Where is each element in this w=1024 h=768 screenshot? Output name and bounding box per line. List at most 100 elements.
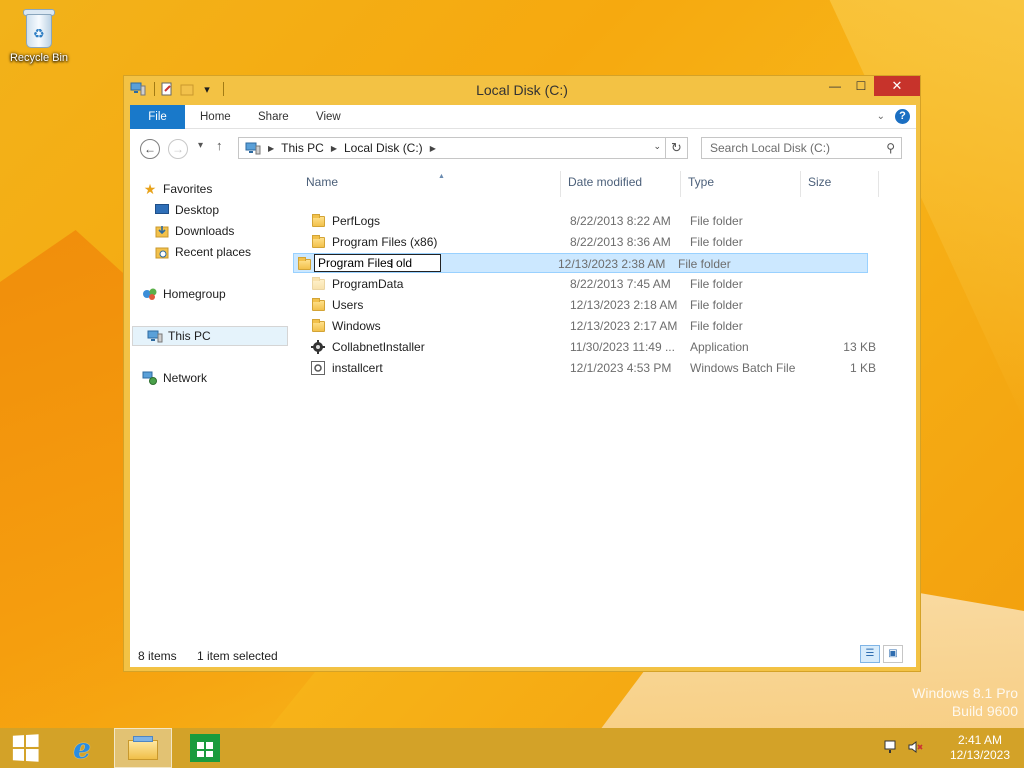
nav-label: Homegroup xyxy=(163,287,226,301)
folder-icon xyxy=(310,318,326,334)
nav-item-network[interactable]: Network xyxy=(142,368,298,388)
folder-icon xyxy=(310,297,326,313)
tab-share[interactable]: Share xyxy=(250,105,297,129)
file-row[interactable]: CollabnetInstaller 11/30/2023 11:49 ... … xyxy=(306,337,880,357)
star-icon: ★ xyxy=(143,181,157,197)
text-cursor-icon: I xyxy=(390,256,394,271)
internet-explorer-button[interactable]: e xyxy=(60,728,104,768)
recent-places-icon xyxy=(154,244,170,260)
folder-icon xyxy=(296,256,312,272)
nav-item-downloads[interactable]: Downloads xyxy=(154,221,310,241)
explorer-content: ← → ▾ ↑ ▶ This PC ▶ Local Disk (C:) ▶ ⌄ … xyxy=(130,129,916,667)
forward-button[interactable]: → xyxy=(168,139,188,159)
windows-logo-icon xyxy=(12,734,39,762)
file-row[interactable]: Users 12/13/2023 2:18 AM File folder xyxy=(306,295,880,315)
clock-time: 2:41 AM xyxy=(957,733,1002,747)
file-explorer-icon xyxy=(128,736,158,760)
recent-locations-icon[interactable]: ▾ xyxy=(198,140,203,151)
column-header-date-modified[interactable]: Date modified xyxy=(568,175,642,195)
back-button[interactable]: ← xyxy=(140,139,160,159)
column-divider[interactable] xyxy=(878,171,879,197)
details-view-button[interactable]: ☰ xyxy=(860,645,880,663)
help-icon[interactable]: ? xyxy=(895,109,910,124)
file-type: File folder xyxy=(678,257,731,271)
minimize-button[interactable]: — xyxy=(822,76,848,96)
breadcrumb-arrow-icon[interactable]: ▶ xyxy=(427,144,439,153)
recycle-bin-icon: ♻ xyxy=(23,6,55,48)
this-pc-icon xyxy=(245,142,261,155)
column-header-size[interactable]: Size xyxy=(808,175,831,195)
desktop-icon-recycle-bin[interactable]: ♻ Recycle Bin xyxy=(6,6,72,64)
breadcrumb-arrow-icon[interactable]: ▶ xyxy=(328,144,340,153)
file-type: File folder xyxy=(690,319,743,333)
column-divider[interactable] xyxy=(800,171,801,197)
folder-icon xyxy=(310,234,326,250)
expand-ribbon-icon[interactable]: ⌄ xyxy=(877,111,885,122)
rename-input[interactable] xyxy=(314,254,441,272)
tab-home[interactable]: Home xyxy=(192,105,239,129)
file-row[interactable]: PerfLogs 8/22/2013 8:22 AM File folder xyxy=(306,211,880,231)
navigation-pane: ★ Favorites Desktop Downloads Recent pla… xyxy=(130,169,288,635)
store-button[interactable] xyxy=(186,728,224,768)
breadcrumb-arrow-icon[interactable]: ▶ xyxy=(265,144,277,153)
window-title: Local Disk (C:) xyxy=(476,82,568,98)
tab-view[interactable]: View xyxy=(308,105,349,129)
start-button[interactable] xyxy=(0,728,50,768)
column-header-type[interactable]: Type xyxy=(688,175,714,195)
folder-icon xyxy=(310,213,326,229)
installer-icon xyxy=(310,339,326,355)
large-icons-view-button[interactable]: ▣ xyxy=(883,645,903,663)
column-header-name[interactable]: Name ▲ xyxy=(306,173,556,195)
maximize-button[interactable]: ☐ xyxy=(848,76,874,96)
file-date: 12/13/2023 2:38 AM xyxy=(558,257,666,271)
nav-item-desktop[interactable]: Desktop xyxy=(154,200,310,220)
clock[interactable]: 2:41 AM 12/13/2023 xyxy=(950,733,1010,763)
this-pc-icon xyxy=(147,328,163,344)
windows-watermark: Windows 8.1 Pro Build 9600 xyxy=(912,684,1018,720)
search-icon[interactable]: ⚲ xyxy=(886,141,895,155)
file-row[interactable]: installcert 12/1/2023 4:53 PM Windows Ba… xyxy=(306,358,880,378)
file-type: File folder xyxy=(690,235,743,249)
file-type: File folder xyxy=(690,277,743,291)
search-input[interactable]: Search Local Disk (C:) ⚲ xyxy=(701,137,902,159)
file-name: ProgramData xyxy=(332,277,404,291)
nav-label: Recent places xyxy=(175,245,252,259)
file-name: PerfLogs xyxy=(332,214,381,228)
file-name: installcert xyxy=(332,361,383,375)
address-row: ← → ▾ ↑ ▶ This PC ▶ Local Disk (C:) ▶ ⌄ … xyxy=(130,129,916,167)
column-divider[interactable] xyxy=(560,171,561,197)
refresh-button[interactable]: ↻ xyxy=(665,138,687,158)
nav-item-homegroup[interactable]: Homegroup xyxy=(142,284,298,304)
breadcrumb-this-pc[interactable]: This PC xyxy=(277,141,328,155)
column-divider[interactable] xyxy=(680,171,681,197)
homegroup-icon xyxy=(142,286,158,302)
file-name: CollabnetInstaller xyxy=(332,340,425,354)
address-bar[interactable]: ▶ This PC ▶ Local Disk (C:) ▶ ⌄ ↻ xyxy=(238,137,688,159)
batch-file-icon xyxy=(310,360,326,376)
address-dropdown-icon[interactable]: ⌄ xyxy=(653,141,661,152)
network-status-icon[interactable] xyxy=(884,740,900,757)
title-bar[interactable]: ▾ Local Disk (C:) — ☐ ✕ xyxy=(124,76,920,104)
network-icon xyxy=(142,370,158,386)
file-row-selected[interactable]: I 12/13/2023 2:38 AM File folder xyxy=(293,253,868,273)
system-tray: 2:41 AM 12/13/2023 xyxy=(884,728,1024,768)
file-row[interactable]: Program Files (x86) 8/22/2013 8:36 AM Fi… xyxy=(306,232,880,252)
nav-item-this-pc[interactable]: This PC xyxy=(132,326,288,346)
clock-date: 12/13/2023 xyxy=(949,748,1010,762)
volume-muted-icon[interactable] xyxy=(908,740,924,757)
column-label: Name xyxy=(306,175,339,189)
file-size: 1 KB xyxy=(849,361,876,375)
file-row[interactable]: ProgramData 8/22/2013 7:45 AM File folde… xyxy=(306,274,880,294)
folder-hidden-icon xyxy=(310,276,326,292)
file-row[interactable]: Windows 12/13/2023 2:17 AM File folder xyxy=(306,316,880,336)
tab-file[interactable]: File xyxy=(130,105,185,129)
up-button[interactable]: ↑ xyxy=(216,138,223,153)
file-date: 8/22/2013 8:22 AM xyxy=(570,214,671,228)
nav-item-favorites[interactable]: ★ Favorites xyxy=(142,179,298,199)
breadcrumb-local-disk[interactable]: Local Disk (C:) xyxy=(340,141,427,155)
file-date: 8/22/2013 7:45 AM xyxy=(570,277,671,291)
close-button[interactable]: ✕ xyxy=(874,76,920,96)
file-date: 12/1/2023 4:53 PM xyxy=(570,361,672,375)
nav-item-recent-places[interactable]: Recent places xyxy=(154,242,310,262)
file-explorer-button[interactable] xyxy=(114,728,172,768)
